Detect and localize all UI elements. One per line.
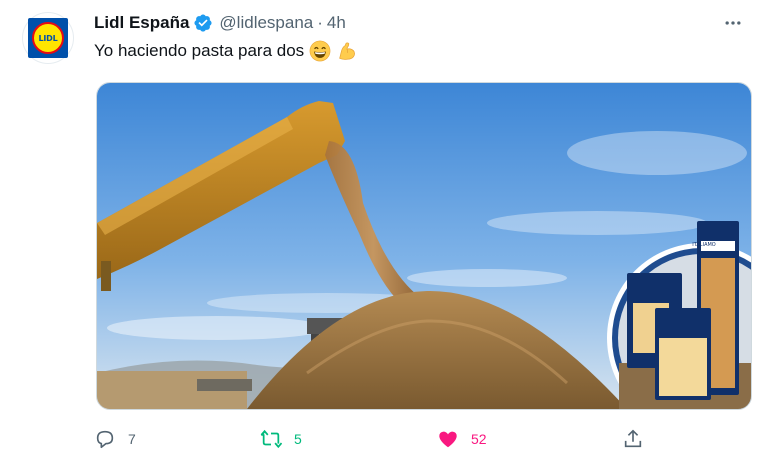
lidl-logo-ring: LIDL — [32, 22, 64, 54]
retweet-button[interactable]: 5 — [260, 424, 302, 454]
tweet-header: Lidl España @lidlespana · 4h — [94, 11, 748, 35]
flexed-biceps-icon — [336, 40, 358, 62]
lidl-logo-text: LIDL — [38, 33, 58, 43]
more-options-icon[interactable] — [718, 9, 748, 37]
retweet-icon — [260, 429, 282, 449]
separator-dot: · — [317, 13, 323, 32]
product-brand-label: ITALIAMO — [692, 242, 716, 248]
tweet[interactable]: LIDL Lidl España @lidlespana · 4h Yo hac… — [0, 0, 768, 464]
tweet-actions: 7 5 52 — [94, 424, 654, 454]
timestamp[interactable]: 4h — [327, 13, 346, 33]
display-name[interactable]: Lidl España — [94, 13, 189, 33]
avatar[interactable]: LIDL — [22, 12, 74, 64]
grinning-face-icon — [309, 40, 331, 62]
share-button[interactable] — [622, 424, 644, 454]
reply-icon — [96, 430, 114, 449]
reply-count: 7 — [128, 431, 136, 447]
heart-icon — [439, 431, 457, 448]
share-icon — [624, 429, 642, 448]
tweet-text: Yo haciendo pasta para dos — [94, 41, 305, 60]
tweet-image[interactable]: ITALIAMO — [96, 82, 752, 410]
verified-badge-icon — [193, 13, 213, 33]
user-handle[interactable]: @lidlespana — [219, 13, 313, 33]
tweet-text-row: Yo haciendo pasta para dos — [94, 40, 358, 62]
like-count: 52 — [471, 431, 487, 447]
lidl-logo: LIDL — [28, 18, 68, 58]
reply-button[interactable]: 7 — [94, 424, 136, 454]
retweet-count: 5 — [294, 431, 302, 447]
like-button[interactable]: 52 — [437, 424, 487, 454]
